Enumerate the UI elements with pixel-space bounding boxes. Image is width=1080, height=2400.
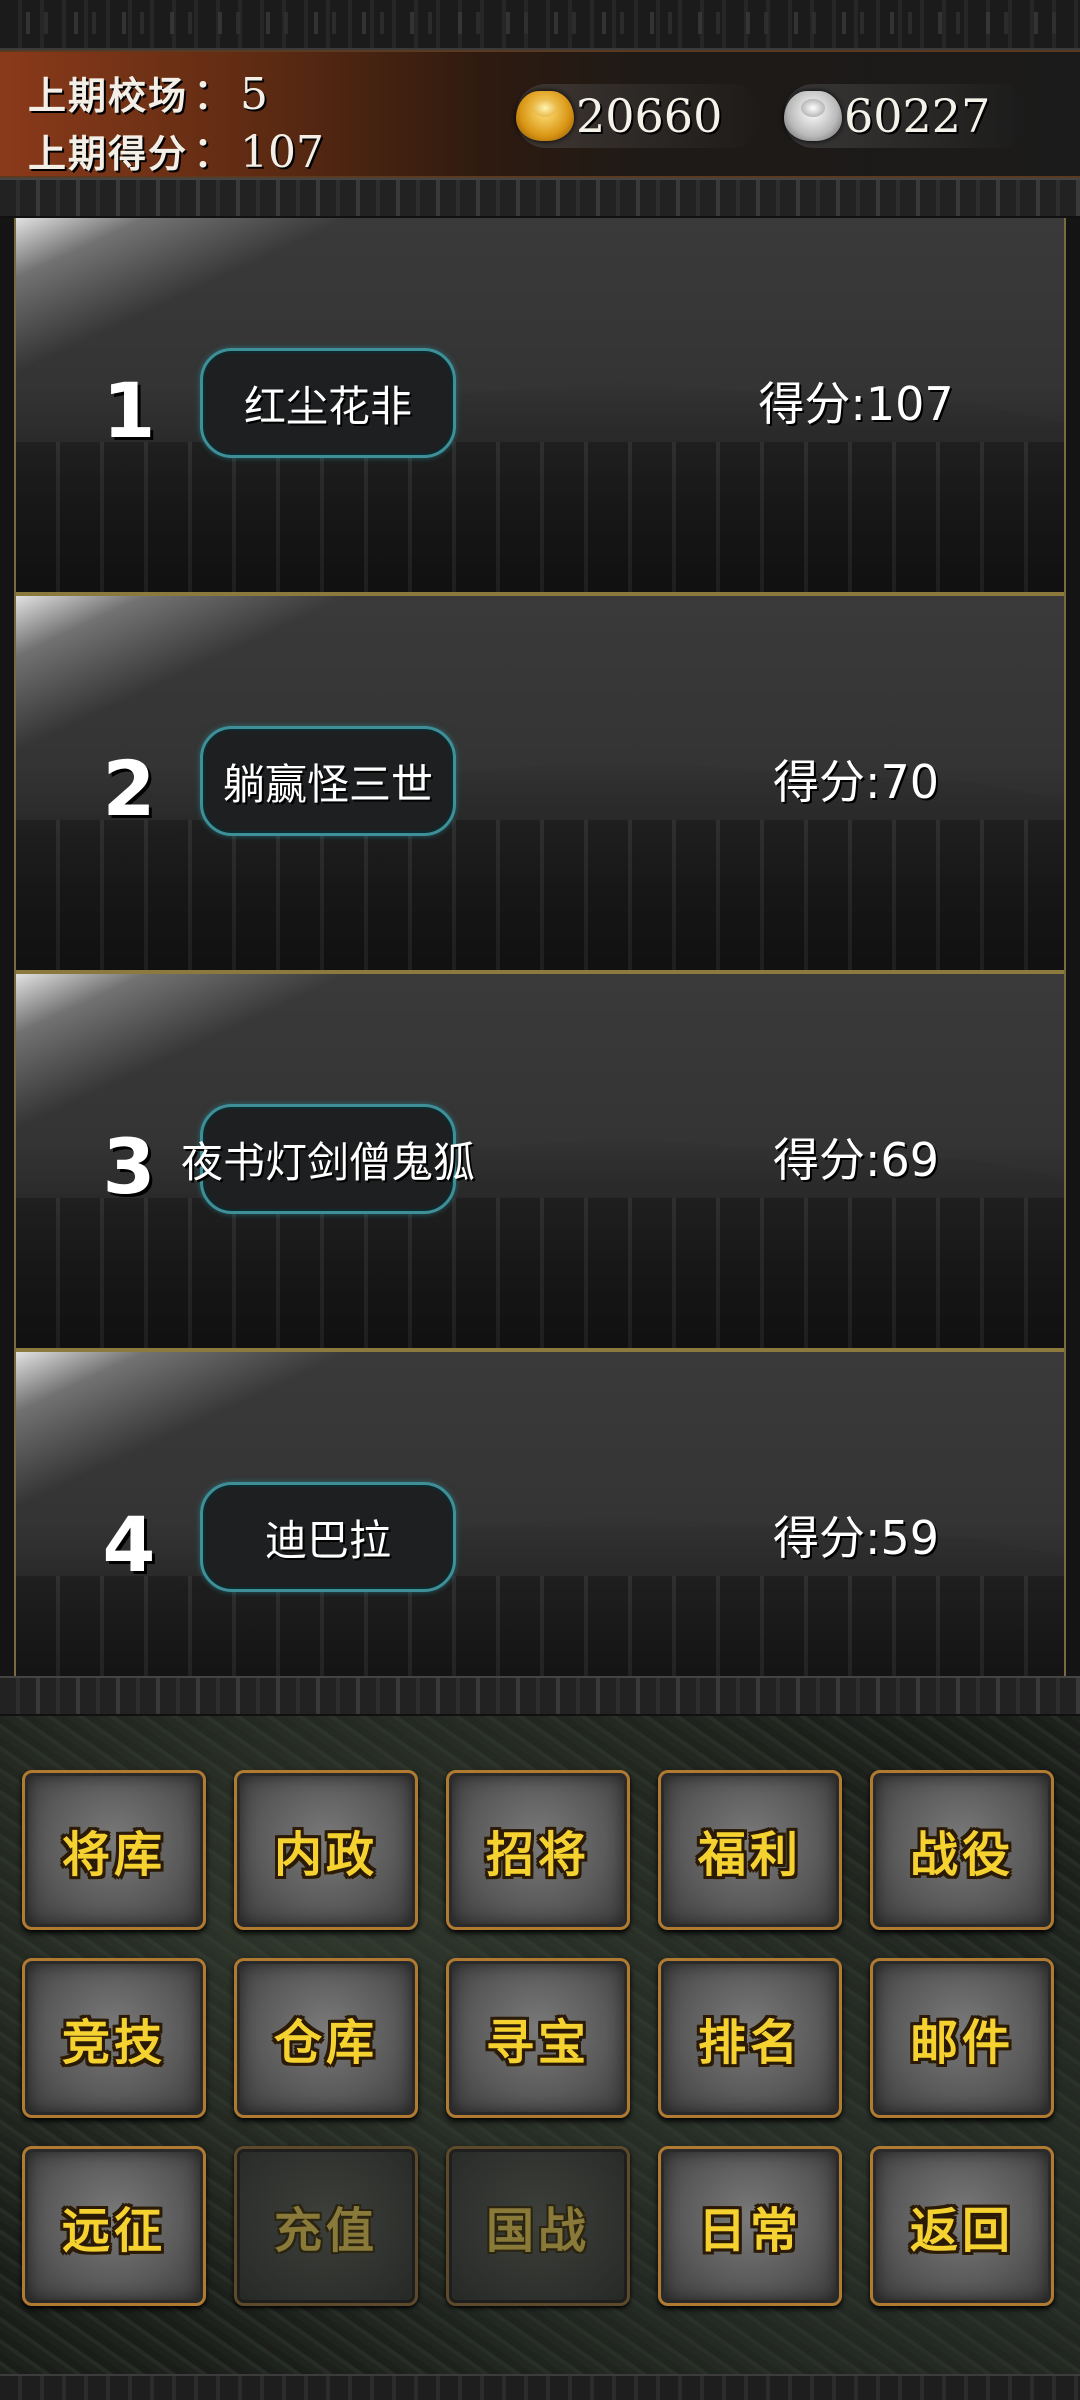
generals-button-label: 将库 xyxy=(61,1827,166,1883)
gold-amount: 20660 xyxy=(576,89,723,143)
last-arena-label: 上期校场 xyxy=(28,73,189,118)
campaign-button[interactable]: 战役 xyxy=(870,1770,1054,1930)
expedition-button[interactable]: 远征 xyxy=(22,2146,206,2306)
generals-button[interactable]: 将库 xyxy=(22,1770,206,1930)
last-score-line: 上期得分：107 xyxy=(28,116,324,180)
nation-war-button[interactable]: 国战 xyxy=(446,2146,630,2306)
gold-currency: 20660 xyxy=(516,84,763,148)
ranking-button[interactable]: 排名 xyxy=(658,1958,842,2118)
campaign-button-label: 战役 xyxy=(909,1827,1014,1883)
warehouse-button-label: 仓库 xyxy=(273,2015,378,2071)
rank-number: 4 xyxy=(102,1500,156,1589)
welfare-button[interactable]: 福利 xyxy=(658,1770,842,1930)
domestic-affairs-button-label: 内政 xyxy=(273,1827,378,1883)
header-divider-band xyxy=(0,178,1080,218)
arena-button[interactable]: 竞技 xyxy=(22,1958,206,2118)
player-name: 躺赢怪三世 xyxy=(222,759,433,809)
rank-number: 1 xyxy=(102,366,156,455)
last-arena-line: 上期校场：5 xyxy=(28,58,268,122)
player-name-pill[interactable]: 迪巴拉 xyxy=(200,1482,456,1592)
recruit-button[interactable]: 招将 xyxy=(446,1770,630,1930)
menu-divider-band xyxy=(0,1676,1080,1716)
player-score: 得分:69 xyxy=(772,1133,940,1187)
daily-button[interactable]: 日常 xyxy=(658,2146,842,2306)
player-name: 红尘花非 xyxy=(243,381,412,431)
ranking-row-3[interactable]: 3 夜书灯剑僧鬼狐 得分:69 xyxy=(16,974,1064,1352)
arena-button-label: 竞技 xyxy=(61,2015,166,2071)
player-name-pill[interactable]: 躺赢怪三世 xyxy=(200,726,456,836)
bottom-ornament-strip xyxy=(0,2374,1080,2400)
player-name: 夜书灯剑僧鬼狐 xyxy=(180,1137,475,1187)
player-name: 迪巴拉 xyxy=(264,1515,391,1565)
expedition-button-label: 远征 xyxy=(61,2203,166,2259)
palace-scene-decoration xyxy=(16,442,1064,592)
main-menu-grid: 将库 内政 招将 福利 战役 竞技 仓库 寻宝 排名 邮件 远征 充值 国战 日… xyxy=(0,1716,1080,2374)
last-arena-separator: ： xyxy=(192,69,237,120)
silver-ingot-icon xyxy=(784,91,842,141)
mail-button-label: 邮件 xyxy=(909,2015,1014,2071)
welfare-button-label: 福利 xyxy=(697,1827,802,1883)
daily-button-label: 日常 xyxy=(697,2203,802,2259)
treasure-hunt-button[interactable]: 寻宝 xyxy=(446,1958,630,2118)
back-button-label: 返回 xyxy=(909,2203,1014,2259)
ranking-row-1[interactable]: 1 红尘花非 得分:107 xyxy=(16,218,1064,596)
last-score-separator: ： xyxy=(192,127,237,178)
player-name-pill[interactable]: 夜书灯剑僧鬼狐 xyxy=(181,1104,475,1214)
top-ornament-strip xyxy=(0,0,1080,50)
gold-ingot-icon xyxy=(516,91,574,141)
silver-currency: 60227 xyxy=(784,84,1031,148)
ranking-button-label: 排名 xyxy=(697,2015,802,2071)
player-score: 得分:59 xyxy=(772,1511,940,1565)
header-bar: 上期校场：5 上期得分：107 20660 60227 xyxy=(0,50,1080,178)
player-score: 得分:70 xyxy=(772,755,940,809)
domestic-affairs-button[interactable]: 内政 xyxy=(234,1770,418,1930)
ranking-row-4[interactable]: 4 迪巴拉 得分:59 xyxy=(16,1352,1064,1676)
palace-scene-decoration xyxy=(16,820,1064,970)
palace-scene-decoration xyxy=(16,1576,1064,1676)
nation-war-button-label: 国战 xyxy=(485,2203,590,2259)
back-button[interactable]: 返回 xyxy=(870,2146,1054,2306)
last-score-label: 上期得分 xyxy=(28,131,189,176)
mail-button[interactable]: 邮件 xyxy=(870,1958,1054,2118)
ranking-row-2[interactable]: 2 躺赢怪三世 得分:70 xyxy=(16,596,1064,974)
recharge-button-label: 充值 xyxy=(273,2203,378,2259)
warehouse-button[interactable]: 仓库 xyxy=(234,1958,418,2118)
ranking-list[interactable]: 1 红尘花非 得分:107 2 躺赢怪三世 得分:70 3 夜书灯剑僧鬼狐 得分… xyxy=(14,218,1066,1676)
player-name-pill[interactable]: 红尘花非 xyxy=(200,348,456,458)
treasure-hunt-button-label: 寻宝 xyxy=(485,2015,590,2071)
recharge-button[interactable]: 充值 xyxy=(234,2146,418,2306)
palace-scene-decoration xyxy=(16,1198,1064,1348)
last-arena-value: 5 xyxy=(240,69,269,120)
silver-amount: 60227 xyxy=(844,89,991,143)
player-score: 得分:107 xyxy=(758,377,954,431)
recruit-button-label: 招将 xyxy=(485,1827,590,1883)
rank-number: 3 xyxy=(102,1122,156,1211)
rank-number: 2 xyxy=(102,744,156,833)
last-score-value: 107 xyxy=(240,127,324,178)
